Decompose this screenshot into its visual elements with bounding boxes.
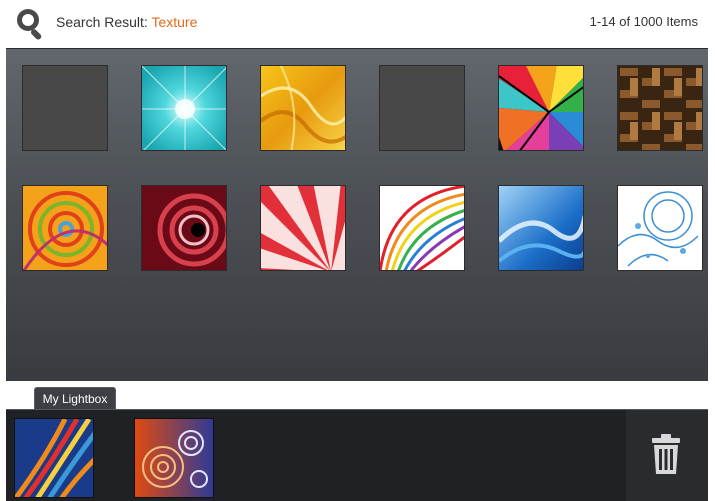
thumbnail-empty[interactable] — [22, 65, 108, 151]
thumbnail-basket-weave[interactable] — [617, 65, 703, 151]
search-icon[interactable] — [14, 6, 48, 40]
thumbnail-color-wheel[interactable] — [498, 65, 584, 151]
thumbnail-empty[interactable] — [379, 65, 465, 151]
search-term[interactable]: Texture — [151, 14, 197, 30]
image-gallery — [6, 48, 708, 381]
tab-my-lightbox[interactable]: My Lightbox — [34, 387, 116, 409]
search-result-label: Search Result: Texture — [56, 14, 197, 30]
thumbnail-blue-wave[interactable] — [498, 185, 584, 271]
lightbox-panel — [6, 409, 708, 501]
result-count: 1-14 of 1000 Items — [589, 14, 698, 29]
header-bar: Search Result: Texture 1-14 of 1000 Item… — [0, 0, 715, 46]
trash-drop-zone[interactable] — [626, 410, 708, 501]
thumbnail-cyan-burst[interactable] — [141, 65, 227, 151]
thumbnail-blue-floral[interactable] — [617, 185, 703, 271]
thumbnail-red-spiral[interactable] — [141, 185, 227, 271]
lightbox-item-flame-streaks[interactable] — [14, 418, 94, 498]
thumbnail-gold-waves[interactable] — [260, 65, 346, 151]
thumbnail-red-rays[interactable] — [260, 185, 346, 271]
lightbox-item-orange-spirals[interactable] — [134, 418, 214, 498]
thumbnail-rainbow-arcs[interactable] — [379, 185, 465, 271]
search-label-text: Search Result: — [56, 14, 152, 30]
trash-icon[interactable] — [650, 434, 682, 474]
thumbnail-orange-swirl[interactable] — [22, 185, 108, 271]
